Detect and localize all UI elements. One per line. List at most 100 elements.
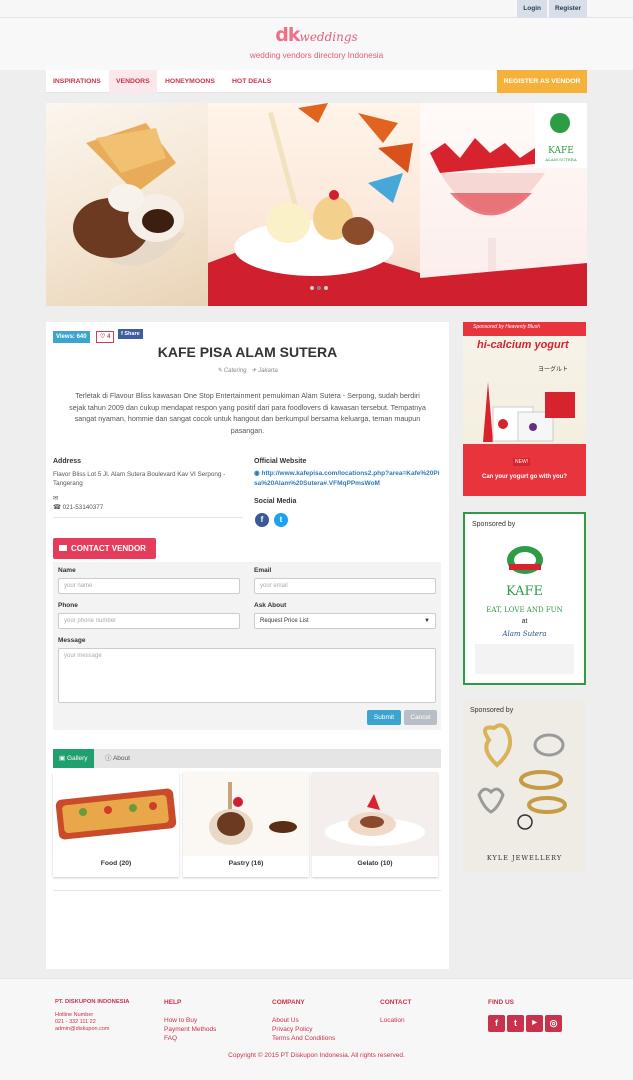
gelato-thumbnail bbox=[312, 772, 438, 856]
ask-about-value: Request Price List bbox=[260, 618, 309, 624]
hero-logo-sub: ALAM SUTERA bbox=[544, 157, 577, 162]
gallery-item-pastry[interactable]: Pastry (16) bbox=[183, 772, 309, 877]
register-button[interactable]: Register bbox=[548, 0, 587, 18]
footer-link-faq[interactable]: FAQ bbox=[164, 1034, 177, 1043]
vendor-card: Views: 640 ♡ 4 f Share KAFE PISA ALAM SU… bbox=[46, 322, 449, 969]
auth-buttons: Login Register bbox=[515, 0, 587, 18]
food-thumbnail bbox=[53, 772, 179, 856]
message-textarea[interactable]: your message bbox=[58, 648, 436, 703]
love-badge[interactable]: ♡ 4 bbox=[96, 331, 115, 343]
gallery-caption: Food (20) bbox=[100, 860, 132, 867]
contact-vendor-label: CONTACT VENDOR bbox=[71, 544, 146, 553]
vendor-category[interactable]: Catering bbox=[224, 368, 247, 374]
vendor-meta: ✎ Catering ✈ Jakarta bbox=[46, 367, 449, 374]
register-vendor-button[interactable]: REGISTER AS VENDOR bbox=[497, 70, 587, 93]
footer-link-location[interactable]: Location bbox=[380, 1016, 405, 1025]
website-line: ◉ http://www.kafepisa.com/locations2.php… bbox=[254, 469, 442, 489]
footer-link-about-us[interactable]: About Us bbox=[272, 1016, 299, 1025]
copyright: Copyright © 2015 PT Diskupon Indonesia. … bbox=[228, 1052, 405, 1059]
youtube-icon[interactable]: ▶ bbox=[526, 1015, 543, 1032]
login-button[interactable]: Login bbox=[517, 0, 547, 18]
footer-company-title: COMPANY bbox=[272, 999, 305, 1006]
nav-inspirations[interactable]: INSPIRATIONS bbox=[46, 70, 108, 93]
footer-link-how-to-buy[interactable]: How to Buy bbox=[164, 1016, 197, 1025]
ice-cream-illustration bbox=[71, 123, 186, 266]
gallery-item-gelato[interactable]: Gelato (10) bbox=[312, 772, 438, 877]
footer-find-title: FIND US bbox=[488, 999, 514, 1006]
yogurt-illustration bbox=[483, 382, 575, 442]
footer-contact-title: CONTACT bbox=[380, 999, 412, 1006]
name-input[interactable]: your name bbox=[58, 578, 240, 594]
ad-kyle-jewellery[interactable]: Sponsored by KYLE JEWELLERY bbox=[463, 700, 586, 873]
logo-word: weddings bbox=[299, 30, 358, 44]
social-label: Social Media bbox=[254, 498, 297, 505]
website-link[interactable]: http://www.kafepisa.com/locations2.php?a… bbox=[254, 470, 440, 487]
site-logo[interactable]: dkweddings bbox=[0, 24, 633, 46]
ask-about-select[interactable]: Request Price List ▼ bbox=[254, 613, 436, 629]
hero-logo-text: KAFE bbox=[548, 146, 574, 156]
envelope-icon bbox=[59, 545, 67, 551]
tab-about[interactable]: ⓘ About bbox=[99, 749, 136, 768]
hero-image-strawberry-parfait: KAFE ALAM SUTERA bbox=[420, 103, 587, 306]
phone-label: Phone bbox=[58, 602, 78, 609]
contact-form: Name your name Email your email Phone yo… bbox=[53, 562, 441, 730]
ad2-at: at bbox=[521, 618, 528, 625]
facebook-icon[interactable]: f bbox=[255, 513, 269, 527]
ad1-badge: NEW! bbox=[513, 458, 531, 466]
phone-icon: ☎ bbox=[53, 504, 63, 511]
top-bar: Login Register bbox=[0, 0, 633, 18]
love-count: 4 bbox=[107, 334, 111, 340]
cancel-button[interactable]: Cancel bbox=[404, 710, 437, 725]
parfait-illustration: KAFE ALAM SUTERA bbox=[420, 103, 587, 306]
submit-button[interactable]: Submit bbox=[367, 710, 401, 725]
tab-gallery[interactable]: ▣ Gallery bbox=[53, 749, 94, 768]
share-label: Share bbox=[124, 331, 140, 337]
footer-link-terms[interactable]: Terms And Conditions bbox=[272, 1034, 335, 1043]
envelope-icon: ✉ bbox=[53, 495, 59, 502]
ad3-sponsor: Sponsored by bbox=[470, 707, 514, 714]
vendor-description: Terletak di Flavour Bliss kawasan One St… bbox=[69, 391, 426, 435]
site-tagline: wedding vendors directory Indonesia bbox=[249, 51, 384, 60]
gallery-item-food[interactable]: Food (20) bbox=[53, 772, 179, 877]
ad2-brand: KAFE bbox=[505, 584, 544, 599]
tag-icon: ✎ bbox=[217, 368, 224, 374]
hero-slider[interactable]: KAFE ALAM SUTERA bbox=[46, 103, 587, 306]
phone-input[interactable]: your phone number bbox=[58, 613, 240, 629]
ad2-place: Alam Sutera bbox=[502, 630, 547, 638]
nav-vendors[interactable]: VENDORS bbox=[109, 70, 157, 93]
nav-hot-deals[interactable]: HOT DEALS bbox=[225, 70, 278, 93]
ad-kafe-pisa[interactable]: Sponsored by KAFE EAT, LOVE AND FUN at A… bbox=[463, 512, 586, 685]
address-label: Address bbox=[53, 458, 82, 465]
twitter-icon[interactable]: t bbox=[507, 1015, 524, 1032]
gallery-caption: Pastry (16) bbox=[228, 860, 264, 867]
site-header: dkweddings wedding vendors directory Ind… bbox=[0, 18, 633, 70]
facebook-icon[interactable]: f bbox=[488, 1015, 505, 1032]
slider-dot[interactable] bbox=[323, 286, 328, 290]
facebook-share-button[interactable]: f Share bbox=[118, 329, 143, 339]
hero-image-ice-cream bbox=[46, 103, 208, 306]
footer-email[interactable]: admin@diskupon.com bbox=[55, 1025, 110, 1034]
gallery-caption: Gelato (10) bbox=[357, 860, 393, 867]
footer-help-title: HELP bbox=[164, 999, 182, 1006]
ad2-tagline: EAT, LOVE AND FUN bbox=[486, 606, 563, 614]
vendor-city[interactable]: Jakarta bbox=[258, 368, 278, 374]
footer-link-privacy-policy[interactable]: Privacy Policy bbox=[272, 1025, 312, 1034]
slider-dot-active[interactable] bbox=[316, 286, 321, 290]
tab-about-label: About bbox=[112, 755, 130, 762]
tab-gallery-label: Gallery bbox=[66, 755, 88, 762]
contact-vendor-button[interactable]: CONTACT VENDOR bbox=[53, 538, 156, 559]
footer-link-payment-methods[interactable]: Payment Methods bbox=[164, 1025, 216, 1034]
footer-company: PT. DISKUPON INDONESIA bbox=[55, 999, 130, 1005]
divider bbox=[53, 890, 441, 891]
ad-heavenly-blush[interactable]: Sponsored by Heavenly Blush hi-calcium y… bbox=[463, 322, 586, 496]
slider-dot[interactable] bbox=[309, 286, 314, 290]
email-input[interactable]: your email bbox=[254, 578, 436, 594]
twitter-icon[interactable]: t bbox=[274, 513, 288, 527]
name-label: Name bbox=[58, 567, 76, 574]
main-nav: INSPIRATIONS VENDORS HONEYMOONS HOT DEAL… bbox=[46, 70, 587, 93]
instagram-icon[interactable]: ◎ bbox=[545, 1015, 562, 1032]
ad3-brand: KYLE JEWELLERY bbox=[486, 854, 563, 862]
website-label: Official Website bbox=[254, 458, 307, 465]
nav-honeymoons[interactable]: HONEYMOONS bbox=[158, 70, 222, 93]
ad1-headline: hi-calcium yogurt bbox=[477, 339, 569, 351]
